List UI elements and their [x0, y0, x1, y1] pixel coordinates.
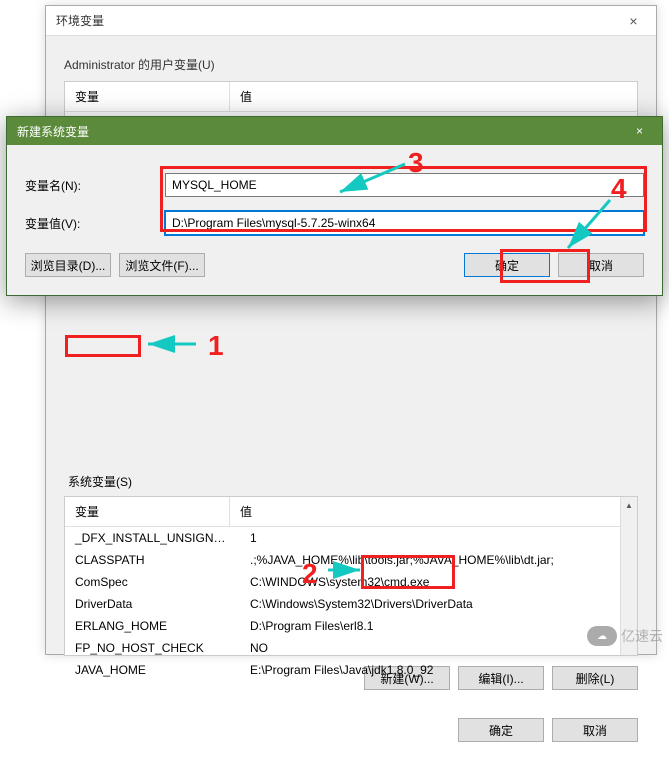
form-row-name: 变量名(N):: [25, 173, 644, 197]
ok-button[interactable]: 确定: [458, 718, 544, 742]
watermark: ☁ 亿速云: [587, 626, 663, 646]
cancel-button[interactable]: 取消: [558, 253, 644, 277]
env-variables-dialog: 环境变量 × Administrator 的用户变量(U) 变量 值 系统变量(…: [45, 5, 657, 655]
new-titlebar: 新建系统变量 ×: [7, 117, 662, 145]
var-cell: JAVA_HOME: [65, 659, 240, 681]
env-titlebar: 环境变量 ×: [46, 6, 656, 36]
val-cell: E:\Program Files\Java\jdk1.8.0_92: [240, 659, 637, 681]
val-cell: .;%JAVA_HOME%\lib\tools.jar;%JAVA_HOME%\…: [240, 549, 637, 571]
variable-name-label: 变量名(N):: [25, 177, 165, 194]
browse-directory-button[interactable]: 浏览目录(D)...: [25, 253, 111, 277]
var-cell: ComSpec: [65, 571, 240, 593]
sys-col-variable[interactable]: 变量: [65, 497, 230, 526]
var-cell: DriverData: [65, 593, 240, 615]
browse-file-button[interactable]: 浏览文件(F)...: [119, 253, 205, 277]
val-cell: D:\Program Files\erl8.1: [240, 615, 637, 637]
system-vars-section: 系统变量(S) 变量 值 _DFX_INSTALL_UNSIGNED...1 C…: [64, 471, 638, 690]
table-row[interactable]: DriverDataC:\Windows\System32\Drivers\Dr…: [65, 593, 637, 615]
system-vars-box: 变量 值 _DFX_INSTALL_UNSIGNED...1 CLASSPATH…: [64, 496, 638, 656]
spacer: [213, 253, 456, 277]
val-cell: NO: [240, 637, 637, 659]
form-row-value: 变量值(V):: [25, 211, 644, 235]
env-title: 环境变量: [56, 12, 104, 29]
system-vars-rows: _DFX_INSTALL_UNSIGNED...1 CLASSPATH.;%JA…: [65, 527, 637, 681]
cancel-button[interactable]: 取消: [552, 718, 638, 742]
user-col-variable[interactable]: 变量: [65, 82, 230, 111]
var-cell: FP_NO_HOST_CHECK: [65, 637, 240, 659]
table-row[interactable]: JAVA_HOMEE:\Program Files\Java\jdk1.8.0_…: [65, 659, 637, 681]
var-cell: _DFX_INSTALL_UNSIGNED...: [65, 527, 240, 549]
val-cell: 1: [240, 527, 637, 549]
watermark-logo: ☁: [587, 626, 617, 646]
env-close-button[interactable]: ×: [611, 6, 656, 36]
new-body: 变量名(N): 变量值(V): 浏览目录(D)... 浏览文件(F)... 确定…: [7, 145, 662, 295]
user-col-value[interactable]: 值: [230, 82, 637, 111]
scroll-up-icon[interactable]: ▲: [621, 497, 637, 514]
table-row[interactable]: ERLANG_HOMED:\Program Files\erl8.1: [65, 615, 637, 637]
val-cell: C:\WINDOWS\system32\cmd.exe: [240, 571, 637, 593]
dialog-buttons: 确定 取消: [64, 718, 638, 742]
val-cell: C:\Windows\System32\Drivers\DriverData: [240, 593, 637, 615]
new-system-variable-dialog: 新建系统变量 × 变量名(N): 变量值(V): 浏览目录(D)... 浏览文件…: [6, 116, 663, 296]
new-dialog-buttons: 浏览目录(D)... 浏览文件(F)... 确定 取消: [25, 253, 644, 277]
var-cell: CLASSPATH: [65, 549, 240, 571]
table-row[interactable]: ComSpecC:\WINDOWS\system32\cmd.exe: [65, 571, 637, 593]
system-vars-header: 变量 值: [65, 497, 637, 527]
user-vars-label: Administrator 的用户变量(U): [64, 56, 638, 73]
table-row[interactable]: CLASSPATH.;%JAVA_HOME%\lib\tools.jar;%JA…: [65, 549, 637, 571]
var-cell: ERLANG_HOME: [65, 615, 240, 637]
table-row[interactable]: FP_NO_HOST_CHECKNO: [65, 637, 637, 659]
new-title: 新建系统变量: [17, 123, 89, 140]
variable-value-label: 变量值(V):: [25, 215, 165, 232]
variable-name-input[interactable]: [165, 173, 644, 197]
new-close-button[interactable]: ×: [617, 117, 662, 145]
watermark-text: 亿速云: [621, 626, 663, 646]
variable-value-input[interactable]: [165, 211, 644, 235]
user-vars-header: 变量 值: [65, 82, 637, 112]
sys-col-value[interactable]: 值: [230, 497, 637, 526]
table-row[interactable]: _DFX_INSTALL_UNSIGNED...1: [65, 527, 637, 549]
system-vars-label: 系统变量(S): [64, 471, 136, 492]
ok-button[interactable]: 确定: [464, 253, 550, 277]
